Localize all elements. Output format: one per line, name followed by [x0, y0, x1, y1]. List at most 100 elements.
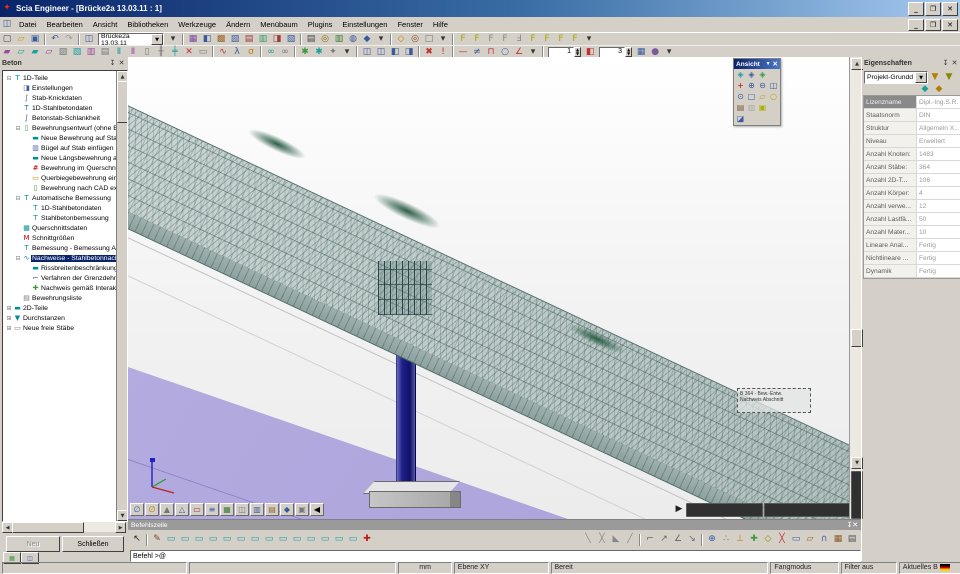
- snap-grid-icon[interactable]: ∴: [719, 533, 733, 546]
- tree-scroll-thumb[interactable]: [117, 81, 128, 123]
- tree-item[interactable]: ⊞▭Neue freie Stäbe: [4, 323, 127, 333]
- snap-endpoint-icon[interactable]: ▭: [789, 533, 803, 546]
- beam-type-icon[interactable]: ▭: [332, 533, 346, 546]
- view-3d-icon[interactable]: ◈: [735, 69, 746, 80]
- property-row[interactable]: Anzahl Mater...10: [864, 226, 960, 239]
- viewport-hscroll-segment[interactable]: [764, 503, 849, 517]
- tree-item[interactable]: T1D-Stahlbetondaten: [4, 103, 127, 113]
- tree-horizontal-scrollbar[interactable]: ◀ ▶: [2, 522, 126, 532]
- menu-item-fenster[interactable]: Fenster: [392, 18, 427, 31]
- menu-item-bibliotheken[interactable]: Bibliotheken: [122, 18, 173, 31]
- property-row[interactable]: NiveauErweitert: [864, 135, 960, 148]
- tree-item[interactable]: T1D-Stahlbetondaten: [4, 203, 127, 213]
- collapse-toolbar-icon[interactable]: ◀: [310, 503, 324, 516]
- shade-icon[interactable]: ▣: [757, 102, 768, 113]
- beam-type-icon[interactable]: ▭: [304, 533, 318, 546]
- angle-mode-icon[interactable]: ∠: [671, 533, 685, 546]
- scale-spinner-value[interactable]: 1: [548, 47, 574, 58]
- line-mode-icon[interactable]: ╲: [581, 533, 595, 546]
- dir-mode-icon[interactable]: ⌐: [643, 533, 657, 546]
- edit-property-icon[interactable]: ✎: [956, 71, 960, 84]
- tree-item[interactable]: ∫Stab-Knickdaten: [4, 93, 127, 103]
- close-icon[interactable]: ✕: [950, 59, 959, 67]
- property-row[interactable]: Anzahl Lastfä...50: [864, 213, 960, 226]
- snap-arc-icon[interactable]: ∩: [817, 533, 831, 546]
- tree-item[interactable]: ▥Bügel auf Stab einfügen: [4, 143, 127, 153]
- mdi-restore-button[interactable]: ❐: [925, 19, 941, 31]
- menu-item-hilfe[interactable]: Hilfe: [428, 18, 453, 31]
- property-row[interactable]: Anzahl Stäbe:364: [864, 161, 960, 174]
- neu-button[interactable]: Neu: [6, 536, 60, 552]
- expand-toggle-icon[interactable]: ⊞: [5, 305, 13, 312]
- folder-view-icon[interactable]: ▱: [757, 91, 768, 102]
- beam-type-icon[interactable]: ▭: [164, 533, 178, 546]
- property-row[interactable]: Nichtlineare ...Fertig: [864, 252, 960, 265]
- restore-button[interactable]: ❐: [925, 2, 941, 16]
- tree-item[interactable]: MSchnittgrößen: [4, 233, 127, 243]
- tree-item[interactable]: ▬Rissbreitenbeschränkung: [4, 263, 127, 273]
- close-button[interactable]: ✕: [942, 2, 958, 16]
- scroll-down-icon[interactable]: ▼: [117, 510, 128, 521]
- tree-hscroll-thumb[interactable]: [12, 522, 84, 533]
- draw-icon[interactable]: ✎: [150, 533, 164, 546]
- scroll-expand-icon[interactable]: ▶: [674, 503, 684, 516]
- view-direction-icon[interactable]: ▲: [160, 503, 174, 516]
- zoom-out-icon[interactable]: ⊖: [757, 80, 768, 91]
- scroll-right-icon[interactable]: ▶: [115, 522, 126, 533]
- pin-icon[interactable]: ↧: [941, 59, 950, 67]
- snap-perpendicular-icon[interactable]: ⊥: [733, 533, 747, 546]
- snap-tangent-icon[interactable]: ▱: [803, 533, 817, 546]
- expand-toggle-icon[interactable]: ⊟: [14, 125, 22, 132]
- status-snap-mode[interactable]: Fangmodus: [770, 562, 838, 574]
- viewport[interactable]: B 364 - Bew.-Entw. Nachweis Abschnitt ▶ …: [128, 57, 861, 519]
- snap-surface-icon[interactable]: ▦: [831, 533, 845, 546]
- axis-icon[interactable]: +: [735, 80, 746, 91]
- beam-type-icon[interactable]: ▭: [248, 533, 262, 546]
- zoom-selection-icon[interactable]: □: [746, 91, 757, 102]
- zoom-in-icon[interactable]: ⊕: [746, 80, 757, 91]
- tree-item[interactable]: ⊟TAutomatische Bemessung: [4, 193, 127, 203]
- tree-item[interactable]: ▯Bewehrung nach CAD expo: [4, 183, 127, 193]
- snap-cursor-icon[interactable]: ⊕: [705, 533, 719, 546]
- ansicht-palette-header[interactable]: Ansicht ▼ ✕: [734, 59, 780, 69]
- beam-type-icon[interactable]: ▭: [220, 533, 234, 546]
- property-row[interactable]: Anzahl Knoten:1483: [864, 148, 960, 161]
- snap-settings-icon[interactable]: ▤: [845, 533, 859, 546]
- diamond-view-icon[interactable]: ◆: [280, 503, 294, 516]
- property-row[interactable]: Anzahl Körper:4: [864, 187, 960, 200]
- grid-view-icon[interactable]: ▦: [220, 503, 234, 516]
- fill-view-icon[interactable]: ▣: [295, 503, 309, 516]
- expand-toggle-icon[interactable]: ⊞: [5, 315, 13, 322]
- close-icon[interactable]: ✕: [117, 59, 126, 67]
- tree-item[interactable]: ⊟▯Bewehrungsentwurf (ohne Be: [4, 123, 127, 133]
- tree-item[interactable]: ▬Neue Längsbewehrung auf: [4, 153, 127, 163]
- tree-item[interactable]: ⊞▬2D-Teile: [4, 303, 127, 313]
- arc-mode-icon[interactable]: ◣: [609, 533, 623, 546]
- free-mode-icon[interactable]: ↘: [685, 533, 699, 546]
- list-view-icon[interactable]: ▤: [265, 503, 279, 516]
- beam-type-icon[interactable]: ▭: [318, 533, 332, 546]
- tree-item[interactable]: ✚Nachweis gemäß Interaktio: [4, 283, 127, 293]
- section-view-icon[interactable]: ▭: [190, 503, 204, 516]
- beam-type-icon[interactable]: ▭: [276, 533, 290, 546]
- tree-item[interactable]: #Bewehrung im Querschnitt: [4, 163, 127, 173]
- palette-dropdown-icon[interactable]: ▼: [764, 61, 773, 67]
- window-view-icon[interactable]: ◫: [235, 503, 249, 516]
- expand-toggle-icon[interactable]: ⊟: [5, 75, 13, 82]
- view-front-icon[interactable]: ◈: [746, 69, 757, 80]
- beam-type-icon[interactable]: ▭: [346, 533, 360, 546]
- beam-type-icon[interactable]: ▭: [192, 533, 206, 546]
- polyline-mode-icon[interactable]: ╳: [595, 533, 609, 546]
- menu-item-plugins[interactable]: Plugins: [303, 18, 338, 31]
- clipping-box-icon[interactable]: ∅: [130, 503, 144, 516]
- step-spinner[interactable]: 3 ▲▼: [599, 47, 632, 58]
- menu-item-ansicht[interactable]: Ansicht: [88, 18, 123, 31]
- pin-icon[interactable]: ↧: [108, 59, 117, 67]
- clipping-plane-icon[interactable]: ∅: [145, 503, 159, 516]
- snap-midpoint-icon[interactable]: ◇: [761, 533, 775, 546]
- snap-cross-icon[interactable]: ✚: [747, 533, 761, 546]
- layers-view-icon[interactable]: ≡: [205, 503, 219, 516]
- beam-type-icon[interactable]: ▭: [234, 533, 248, 546]
- status-current-layer[interactable]: Aktuelles B: [899, 562, 960, 574]
- scale-spinner[interactable]: 1 ▲▼: [548, 47, 581, 58]
